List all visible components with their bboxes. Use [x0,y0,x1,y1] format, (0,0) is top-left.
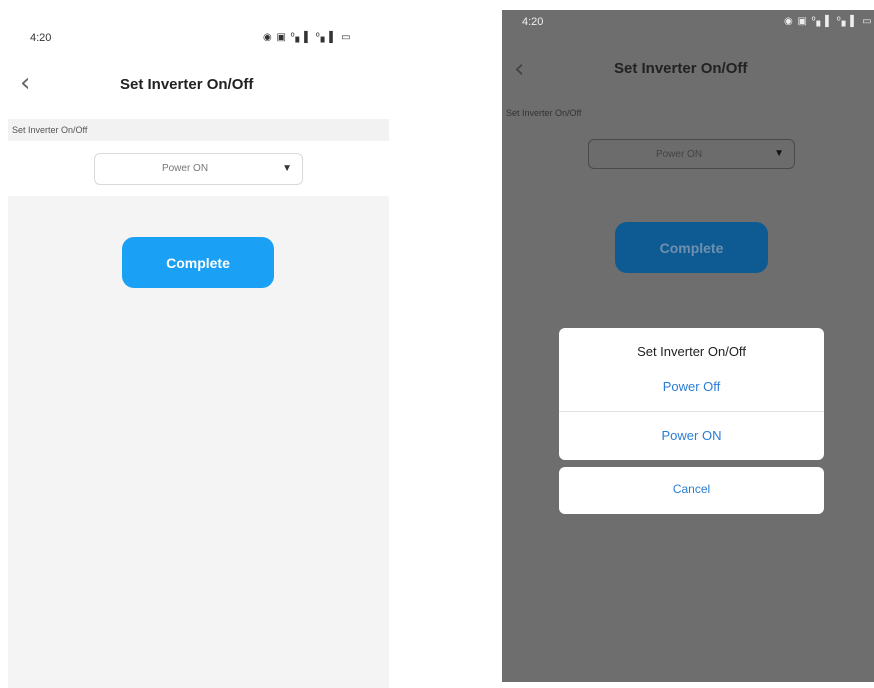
chevron-left-icon: ‹ [20,68,31,98]
page-title: Set Inverter On/Off [120,76,254,93]
section-label: Set Inverter On/Off [8,119,389,141]
cancel-sheet: Cancel [559,467,824,514]
complete-button[interactable]: Complete [122,237,274,288]
right-screen: 4:20 ◉ ▣ º▖▌ º▖▌ ▭ ‹ Set Inverter On/Off… [502,10,874,682]
back-button[interactable]: ‹ [20,70,30,96]
power-dropdown[interactable]: Power ON ▼ [94,153,303,185]
action-sheet-title: Set Inverter On/Off [637,344,746,359]
option-power-off[interactable]: Power Off [559,379,824,399]
status-icons: ◉ ▣ º▖▌ º▖▌ ▭ [784,16,873,27]
dropdown-arrow-icon: ▼ [774,148,784,159]
section-label: Set Inverter On/Off [506,108,582,118]
left-screen: 4:20 ◉ ▣ º▖▌ º▖▌ ▭ ‹ Set Inverter On/Off… [8,6,389,688]
page-title: Set Inverter On/Off [614,60,748,77]
status-time: 4:20 [30,32,52,44]
status-time: 4:20 [522,16,544,28]
power-dropdown[interactable]: Power ON ▼ [588,139,795,169]
dropdown-arrow-icon: ▼ [282,163,292,174]
action-sheet: Set Inverter On/Off Power Off Power ON [559,328,824,460]
dropdown-value: Power ON [161,163,209,174]
cancel-button[interactable]: Cancel [559,482,824,502]
complete-button[interactable]: Complete [615,222,768,273]
option-power-on[interactable]: Power ON [559,428,824,448]
complete-button-label: Complete [659,239,724,256]
chevron-left-icon: ‹ [514,54,525,84]
status-icons: ◉ ▣ º▖▌ º▖▌ ▭ [263,32,352,43]
back-button[interactable]: ‹ [514,56,524,82]
dropdown-value: Power ON [655,149,703,160]
complete-button-label: Complete [166,254,230,271]
divider [559,411,824,412]
